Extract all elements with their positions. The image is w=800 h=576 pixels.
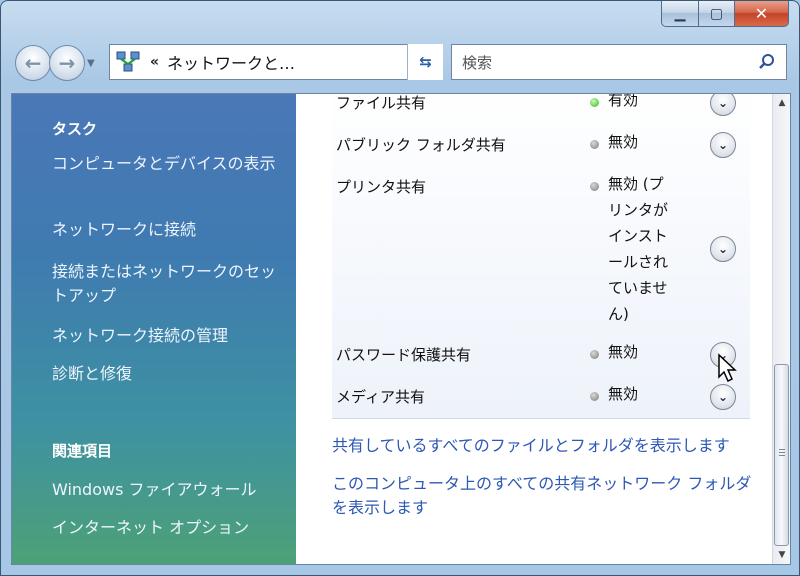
share-status: 無効 (プリンタがインストールされていません) <box>608 175 669 323</box>
tasks-heading: タスク <box>52 120 98 138</box>
task-setup-connection[interactable]: 接続またはネットワークのセットアップ <box>52 260 284 308</box>
scroll-up-arrow-icon[interactable]: ▲ <box>773 94 790 112</box>
maximize-icon: ▢ <box>709 5 724 22</box>
show-shared-files-link[interactable]: 共有しているすべてのファイルとフォルダを表示します <box>332 434 752 458</box>
scroll-down-arrow-icon[interactable]: ▼ <box>773 546 790 564</box>
expand-public-folder-button[interactable]: ⌄ <box>710 132 736 158</box>
minimize-button[interactable]: ▁ <box>661 1 699 27</box>
share-status: 無効 <box>608 133 639 151</box>
expand-media-sharing-button[interactable]: ⌄ <box>710 384 736 410</box>
task-manage-connections[interactable]: ネットワーク接続の管理 <box>52 324 284 348</box>
magnifier-icon[interactable] <box>758 53 776 75</box>
chevron-down-icon: ⌄ <box>717 390 729 404</box>
status-disabled-icon <box>590 392 599 401</box>
network-center-icon <box>116 50 140 74</box>
share-name: ファイル共有 <box>336 94 427 112</box>
back-arrow-icon: ← <box>24 51 42 75</box>
status-disabled-icon <box>590 140 599 149</box>
breadcrumb-path[interactable]: ネットワークと… <box>167 50 295 74</box>
search-box[interactable]: 検索 <box>451 44 787 80</box>
caption-buttons: ▁ ▢ ✕ <box>661 1 789 27</box>
sharing-discovery-list: ファイル共有 有効 ⌄ パブリック フォルダ共有 無効 ⌄ プリンタ共有 無効 … <box>332 93 750 419</box>
task-diagnose-repair[interactable]: 診断と修復 <box>52 362 284 386</box>
vertical-scrollbar[interactable]: ▲ ▼ <box>772 94 790 564</box>
share-status: 無効 <box>608 343 639 361</box>
share-name: メディア共有 <box>336 388 425 406</box>
navigation-buttons: ← → ▼ <box>15 45 99 81</box>
sharing-pane: ファイル共有 有効 ⌄ パブリック フォルダ共有 無効 ⌄ プリンタ共有 無効 … <box>296 94 772 564</box>
grip-line <box>779 455 785 456</box>
share-status: 有効 <box>608 93 639 109</box>
content-area: タスク コンピュータとデバイスの表示 ネットワークに接続 接続またはネットワーク… <box>11 93 791 565</box>
grip-line <box>779 452 785 453</box>
maximize-button[interactable]: ▢ <box>699 1 735 27</box>
close-button[interactable]: ✕ <box>735 1 789 27</box>
task-connect-network[interactable]: ネットワークに接続 <box>52 218 284 242</box>
close-icon: ✕ <box>754 4 769 23</box>
expand-printer-sharing-button[interactable]: ⌄ <box>710 236 736 262</box>
explorer-window: ▁ ▢ ✕ ← → ▼ « ネットワークと… ▼ ⇆ 検索 <box>0 0 800 576</box>
status-disabled-icon <box>590 182 599 191</box>
task-pane: タスク コンピュータとデバイスの表示 ネットワークに接続 接続またはネットワーク… <box>12 94 296 564</box>
back-button[interactable]: ← <box>15 45 51 81</box>
share-name: パブリック フォルダ共有 <box>336 136 506 154</box>
task-view-computers[interactable]: コンピュータとデバイスの表示 <box>52 152 284 176</box>
grip-line <box>779 449 785 450</box>
expand-file-sharing-button[interactable]: ⌄ <box>710 94 736 116</box>
search-placeholder: 検索 <box>462 53 493 72</box>
chevron-down-icon: ⌄ <box>717 242 729 256</box>
share-status: 無効 <box>608 385 639 403</box>
breadcrumb-overflow-chevron[interactable]: « <box>150 54 159 70</box>
related-internet-options[interactable]: インターネット オプション <box>52 516 284 540</box>
share-name: プリンタ共有 <box>336 178 427 196</box>
chevron-down-icon: ▼ <box>87 57 95 69</box>
share-name: パスワード保護共有 <box>336 346 472 364</box>
forward-button[interactable]: → <box>49 45 85 81</box>
mouse-pointer-icon <box>718 353 737 383</box>
refresh-button[interactable]: ⇆ <box>407 44 443 80</box>
show-shared-folders-link[interactable]: このコンピュータ上のすべての共有ネットワーク フォルダを表示します <box>332 472 752 520</box>
chevron-down-icon: ⌄ <box>717 138 729 152</box>
related-heading: 関連項目 <box>52 442 113 460</box>
related-windows-firewall[interactable]: Windows ファイアウォール <box>52 478 284 502</box>
address-bar[interactable]: « ネットワークと… ▼ <box>109 44 443 80</box>
links-section: 共有しているすべてのファイルとフォルダを表示します このコンピュータ上のすべての… <box>332 434 752 534</box>
scrollbar-thumb[interactable] <box>774 364 789 546</box>
recent-pages-dropdown[interactable]: ▼ <box>87 58 99 69</box>
chevron-down-icon: ⌄ <box>717 96 729 110</box>
minimize-icon: ▁ <box>674 5 686 22</box>
status-disabled-icon <box>590 350 599 359</box>
status-enabled-icon <box>590 98 599 107</box>
refresh-icon: ⇆ <box>419 53 432 71</box>
forward-arrow-icon: → <box>58 51 76 75</box>
